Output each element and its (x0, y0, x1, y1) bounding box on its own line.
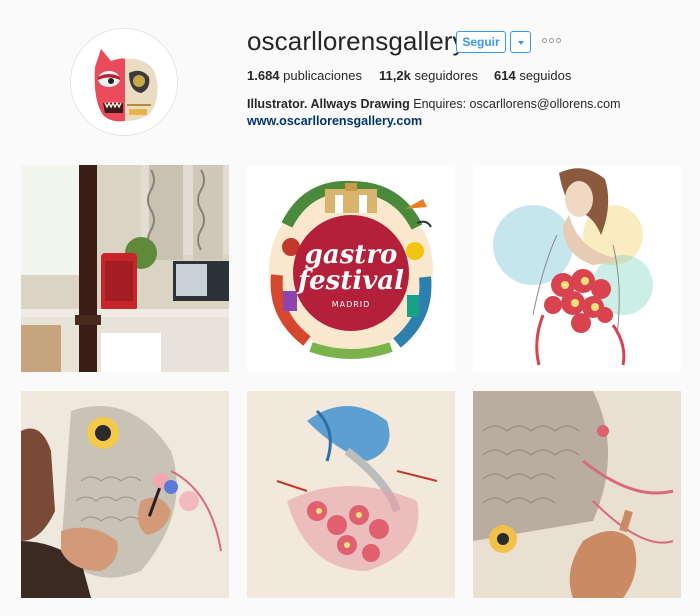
gastrofestival-logo: gastro festival MADRID (247, 165, 455, 372)
post-thumbnail-gastrofestival[interactable]: gastro festival MADRID (247, 165, 455, 372)
gastro-logo-line2: festival (296, 266, 404, 296)
post-thumbnail-drawing-hand[interactable] (473, 391, 681, 598)
drawing-fish-photo (21, 391, 229, 598)
follow-button[interactable]: Seguir (456, 31, 506, 53)
drawing-hand-photo (473, 391, 681, 598)
profile-username: oscarllorensgallery (247, 26, 466, 56)
profile-website-link[interactable]: www.oscarllorensgallery.com (247, 114, 422, 128)
posts-count-value: 1.684 (247, 68, 280, 83)
posts-count-label: publicaciones (283, 68, 362, 83)
profile-bio: Illustrator. Allways Drawing Enquires: o… (247, 97, 621, 111)
posts-count: 1.684 publicaciones (247, 68, 362, 83)
post-thumbnail-blue-figure[interactable] (247, 391, 455, 598)
followers-count-value: 11,2k (379, 68, 411, 83)
woman-illustration (473, 165, 681, 372)
blue-figure-illustration (247, 391, 455, 598)
avatar-illustration (71, 29, 177, 135)
profile-full-name: Illustrator. Allways Drawing (247, 97, 410, 111)
followers-count[interactable]: 11,2k seguidores (379, 68, 478, 83)
follow-options-dropdown[interactable] (510, 31, 531, 53)
profile-page: oscarllorensgallery Seguir 1.684 publica… (0, 0, 700, 616)
avatar[interactable] (70, 28, 178, 136)
following-count[interactable]: 614 seguidos (494, 68, 571, 83)
office-photo (21, 165, 229, 372)
gastro-logo-city: MADRID (332, 300, 371, 309)
following-count-label: seguidos (519, 68, 572, 83)
ellipsis-icon[interactable] (542, 36, 561, 46)
post-thumbnail-drawing-fish[interactable] (21, 391, 229, 598)
post-thumbnail-woman-illustration[interactable] (473, 165, 681, 372)
following-count-value: 614 (494, 68, 516, 83)
followers-count-label: seguidores (414, 68, 479, 83)
post-thumbnail-office[interactable] (21, 165, 229, 372)
profile-bio-text: Enquires: oscarllorens@ollorens.com (413, 97, 621, 111)
